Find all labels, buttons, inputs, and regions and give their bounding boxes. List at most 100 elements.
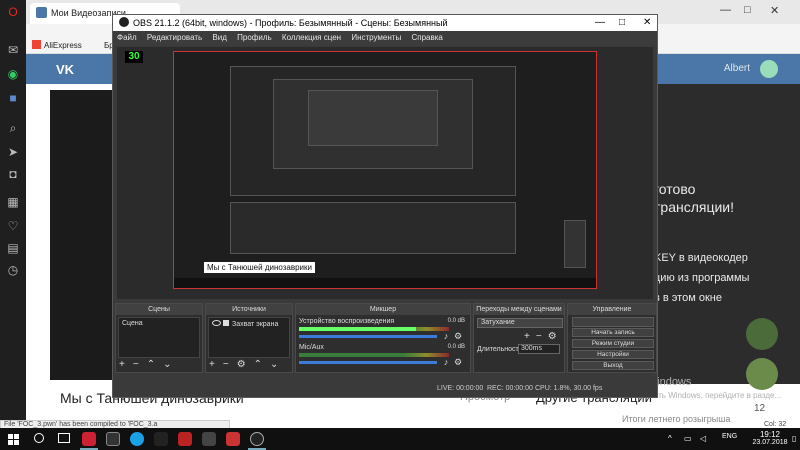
- volume-meter: [299, 353, 449, 357]
- language-indicator[interactable]: ENG: [722, 433, 737, 440]
- news-icon[interactable]: ▤: [5, 240, 21, 256]
- nested-obs-docks: [230, 202, 516, 254]
- menu-edit[interactable]: Редактировать: [147, 33, 202, 42]
- chevron-up-icon[interactable]: ^: [668, 434, 672, 443]
- volume-fader[interactable]: [299, 335, 437, 338]
- preview-frame[interactable]: Мы с Танюшей динозаврики: [173, 51, 597, 289]
- viewer-count: 12: [754, 403, 766, 414]
- windows-taskbar: ^ ▭ ◁ ENG 19:12 23.07.2018 ▯: [0, 428, 800, 450]
- obs-preview[interactable]: 30 Мы с Танюшей динозаврики: [117, 47, 653, 299]
- move-down-icon[interactable]: ⌄: [163, 359, 171, 370]
- studio-mode-button[interactable]: Режим студии: [572, 339, 654, 348]
- gear-icon[interactable]: ⚙: [453, 357, 463, 367]
- avatar[interactable]: [746, 318, 778, 350]
- obs-title: OBS 21.1.2 (64bit, windows) - Профиль: Б…: [133, 18, 448, 28]
- app-taskbar-icon[interactable]: [154, 432, 168, 446]
- scenes-list[interactable]: Сцена: [118, 317, 200, 358]
- menu-view[interactable]: Вид: [212, 33, 226, 42]
- vk-user-name[interactable]: Albert: [724, 63, 750, 74]
- obs-logo-icon: [119, 17, 129, 27]
- menu-help[interactable]: Справка: [411, 33, 442, 42]
- obs-window: OBS 21.1.2 (64bit, windows) - Профиль: Б…: [112, 14, 658, 398]
- move-up-icon[interactable]: ⌃: [254, 359, 262, 370]
- add-scene-icon[interactable]: +: [119, 359, 125, 370]
- avatar[interactable]: [760, 60, 778, 78]
- live-status: LIVE: 00:00:00: [437, 385, 484, 392]
- obs-titlebar[interactable]: OBS 21.1.2 (64bit, windows) - Профиль: Б…: [113, 15, 657, 31]
- transition-select[interactable]: Затухание: [477, 318, 563, 328]
- gear-icon[interactable]: ⚙: [548, 331, 557, 342]
- volume-icon[interactable]: ◁: [700, 434, 706, 443]
- maximize-icon[interactable]: □: [619, 17, 625, 28]
- remove-source-icon[interactable]: −: [223, 359, 229, 370]
- exit-button[interactable]: Выход: [572, 361, 654, 370]
- other-streams-item[interactable]: Итоги летнего розыгрыша: [622, 414, 730, 424]
- search-icon[interactable]: [34, 433, 44, 443]
- mixer-channel-name: Мic/Aux: [299, 344, 324, 351]
- mixer-channel: Мic/Aux 0.0 dB ♪ ⚙: [299, 344, 465, 368]
- move-down-icon[interactable]: ⌄: [270, 359, 278, 370]
- file-explorer-taskbar-icon[interactable]: [106, 432, 120, 446]
- lock-icon[interactable]: [223, 320, 229, 326]
- start-streaming-button[interactable]: [572, 317, 654, 327]
- settings-button[interactable]: Настройки: [572, 350, 654, 359]
- notifications-icon[interactable]: ▯: [792, 434, 796, 443]
- bookmarks-heart-icon[interactable]: ♡: [5, 218, 21, 234]
- gear-icon[interactable]: ⚙: [237, 359, 246, 370]
- opera-sidebar: O ✉ ◉ ■ ⌕ ➤ ◘ ▦ ♡ ▤ ◷: [0, 0, 26, 428]
- opera-logo-icon[interactable]: O: [5, 4, 21, 20]
- move-up-icon[interactable]: ⌃: [147, 359, 155, 370]
- snapshot-icon[interactable]: ◘: [5, 166, 21, 182]
- speaker-icon[interactable]: ♪: [441, 331, 451, 341]
- maximize-icon[interactable]: □: [744, 4, 751, 16]
- sources-list[interactable]: Захват экрана: [208, 317, 290, 358]
- bookmark-aliexpress[interactable]: AliExpress: [32, 40, 92, 50]
- duration-input[interactable]: 300ms: [518, 344, 560, 354]
- stream-hint-small-1: KEY в видеокодер: [654, 252, 748, 264]
- app-taskbar-icon[interactable]: [226, 432, 240, 446]
- windows-start-icon[interactable]: [8, 434, 19, 445]
- scenes-dock: Сцены Сцена + − ⌃ ⌄: [115, 303, 203, 373]
- speed-dial-icon[interactable]: ▦: [5, 194, 21, 210]
- menu-file[interactable]: Файл: [117, 33, 137, 42]
- volume-fader[interactable]: [299, 361, 437, 364]
- transitions-dock-title: Переходы между сценами: [474, 304, 564, 315]
- skype-taskbar-icon[interactable]: [130, 432, 144, 446]
- history-icon[interactable]: ◷: [5, 262, 21, 278]
- task-view-icon[interactable]: [58, 433, 70, 443]
- close-icon[interactable]: ✕: [770, 4, 779, 17]
- minimize-icon[interactable]: —: [595, 17, 605, 28]
- volume-meter: [299, 327, 449, 331]
- whatsapp-icon[interactable]: ◉: [5, 66, 21, 82]
- speaker-icon[interactable]: ♪: [441, 357, 451, 367]
- start-recording-button[interactable]: Начать запись: [572, 328, 654, 337]
- flow-icon[interactable]: ➤: [5, 144, 21, 160]
- vk-logo[interactable]: VK: [56, 62, 74, 77]
- messenger-icon[interactable]: ✉: [5, 42, 21, 58]
- vk-sidebar-icon[interactable]: ■: [5, 90, 21, 106]
- scene-item[interactable]: Сцена: [122, 320, 196, 327]
- filezilla-taskbar-icon[interactable]: [178, 432, 192, 446]
- source-item[interactable]: Захват экрана: [212, 320, 286, 328]
- menu-profile[interactable]: Профиль: [237, 33, 272, 42]
- gear-icon[interactable]: ⚙: [453, 331, 463, 341]
- menu-scene-collection[interactable]: Коллекция сцен: [282, 33, 341, 42]
- remove-scene-icon[interactable]: −: [133, 359, 139, 370]
- search-sidebar-icon[interactable]: ⌕: [5, 120, 21, 136]
- app-taskbar-icon[interactable]: [202, 432, 216, 446]
- opera-taskbar-icon[interactable]: [82, 432, 96, 446]
- clock-time[interactable]: 19:12: [750, 430, 790, 439]
- close-icon[interactable]: ✕: [643, 17, 651, 28]
- minimize-icon[interactable]: —: [720, 4, 731, 16]
- eye-icon[interactable]: [212, 320, 221, 326]
- network-icon[interactable]: ▭: [684, 434, 692, 443]
- clock-date[interactable]: 23.07.2018: [748, 439, 792, 446]
- add-transition-icon[interactable]: +: [524, 331, 530, 342]
- menu-tools[interactable]: Инструменты: [351, 33, 401, 42]
- sources-dock: Источники Захват экрана + − ⚙ ⌃ ⌄: [205, 303, 293, 373]
- avatar[interactable]: [746, 358, 778, 390]
- nested-obs-preview-deep: [308, 90, 438, 146]
- remove-transition-icon[interactable]: −: [536, 331, 542, 342]
- obs-taskbar-icon[interactable]: [250, 432, 264, 446]
- add-source-icon[interactable]: +: [209, 359, 215, 370]
